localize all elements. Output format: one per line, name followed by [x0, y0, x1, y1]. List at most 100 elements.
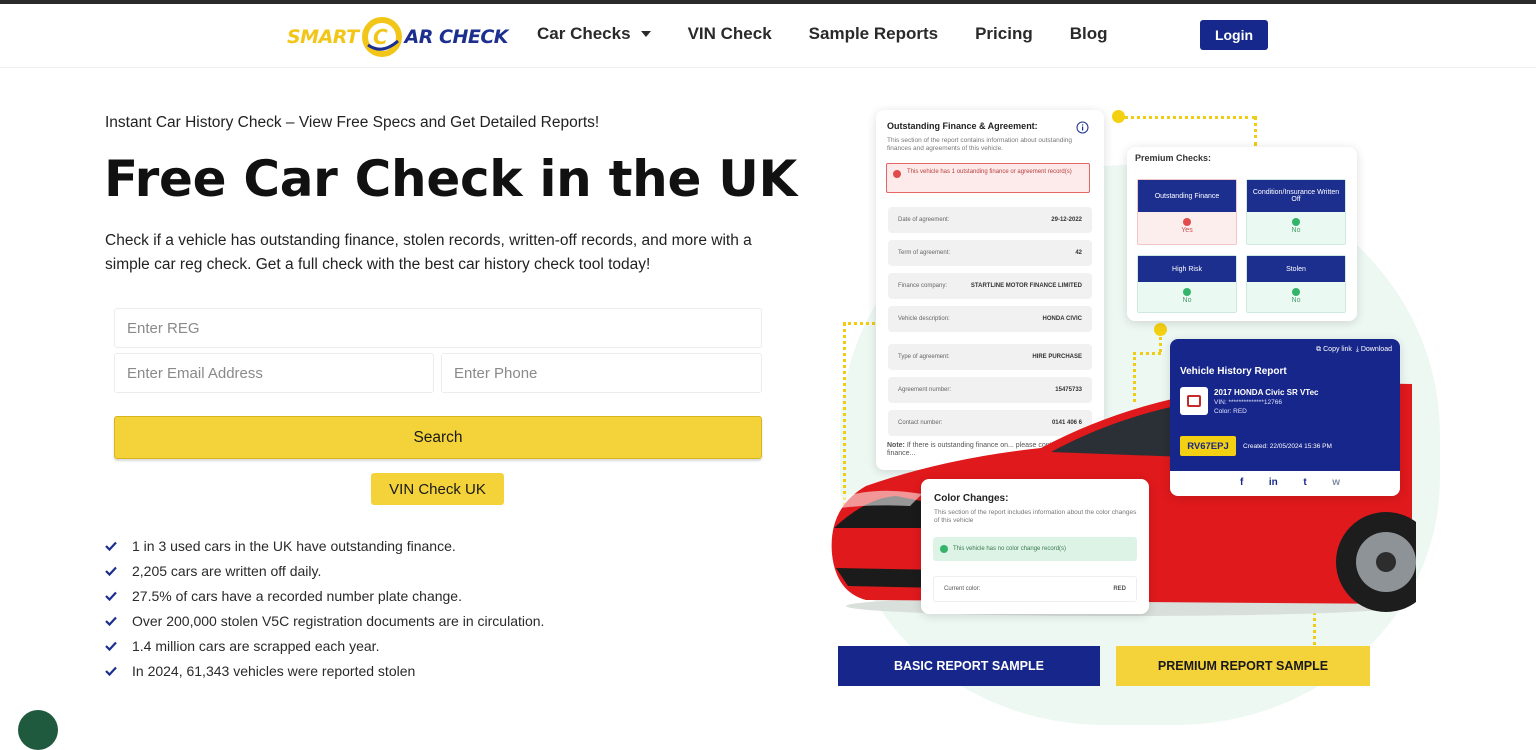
finance-alert-text: This vehicle has 1 outstanding finance o…	[907, 169, 1072, 175]
finance-row-label: Vehicle description:	[898, 316, 950, 322]
finance-row: Vehicle description: HONDA CIVIC	[888, 306, 1092, 332]
search-button[interactable]: Search	[114, 416, 762, 459]
color-ok-text: This vehicle has no color change record(…	[953, 546, 1067, 552]
login-button[interactable]: Login	[1200, 20, 1268, 50]
nav-car-checks-label: Car Checks	[537, 24, 631, 43]
premium-check-label: Stolen	[1247, 256, 1345, 282]
fact-item: In 2024, 61,343 vehicles were reported s…	[104, 658, 544, 683]
logo-ring-icon: C	[360, 15, 404, 59]
finance-row-label: Finance company:	[898, 283, 948, 289]
premium-check-item: Condition/Insurance Written Off No	[1246, 179, 1346, 245]
vehicle-name: 2017 HONDA Civic SR VTec	[1214, 388, 1319, 397]
connector-line	[843, 322, 875, 325]
check-icon	[105, 641, 117, 651]
finance-row-label: Type of agreement:	[898, 354, 950, 360]
finance-row: Type of agreement: HIRE PURCHASE	[888, 344, 1092, 370]
check-icon	[105, 666, 117, 676]
download-button[interactable]: ⤓ Download	[1356, 346, 1392, 353]
connector-dot	[1112, 110, 1125, 123]
caret-down-icon	[640, 31, 651, 37]
color-ok-alert: This vehicle has no color change record(…	[933, 537, 1137, 561]
premium-check-value: No	[1291, 227, 1301, 234]
premium-check-label: High Risk	[1138, 256, 1236, 282]
premium-check-value: No	[1182, 297, 1192, 304]
finance-row-value: STARTLINE MOTOR FINANCE LIMITED	[970, 283, 1082, 289]
info-icon	[1076, 121, 1089, 134]
reg-input[interactable]	[114, 308, 762, 348]
hero-description: Check if a vehicle has outstanding finan…	[105, 232, 752, 273]
nav-blog[interactable]: Blog	[1070, 24, 1108, 44]
finance-card-title: Outstanding Finance & Agreement:	[887, 121, 1038, 131]
whatsapp-icon[interactable]: w	[1332, 477, 1340, 488]
premium-check-item: Stolen No	[1246, 255, 1346, 313]
premium-check-item: Outstanding Finance Yes	[1137, 179, 1237, 245]
main-nav: Car Checks VIN Check Sample Reports Pric…	[537, 24, 1145, 44]
chat-widget-icon[interactable]	[18, 710, 58, 750]
nav-sample-reports[interactable]: Sample Reports	[809, 24, 938, 44]
logo-text-carcheck: AR CHECK	[404, 26, 509, 48]
nav-car-checks[interactable]: Car Checks	[537, 24, 651, 44]
hero-tagline: Instant Car History Check – View Free Sp…	[105, 114, 600, 131]
current-color-value: RED	[1113, 586, 1126, 592]
linkedin-icon[interactable]: in	[1269, 477, 1278, 488]
connector-line	[1124, 116, 1256, 119]
fact-text: 2,205 cars are written off daily.	[132, 562, 322, 579]
logo-ring-letter: C	[373, 25, 388, 49]
current-color-row: Current color: RED	[933, 576, 1137, 602]
fact-text: Over 200,000 stolen V5C registration doc…	[132, 612, 545, 629]
premium-check-item: High Risk No	[1137, 255, 1237, 313]
fact-text: 1 in 3 used cars in the UK have outstand…	[132, 537, 456, 554]
finance-row-value: 29-12-2022	[1051, 217, 1082, 223]
finance-row-value: 42	[1075, 250, 1082, 256]
vehicle-color: Color: RED	[1214, 408, 1247, 415]
finance-row: Date of agreement: 29-12-2022	[888, 207, 1092, 233]
phone-input[interactable]	[441, 353, 762, 393]
check-icon	[105, 591, 117, 601]
page-title: Free Car Check in the UK	[104, 150, 797, 208]
check-icon	[1183, 288, 1191, 296]
copy-link-label: Copy link	[1323, 346, 1352, 353]
cross-icon	[1183, 218, 1191, 226]
current-color-label: Current color:	[944, 586, 981, 592]
fact-text: 1.4 million cars are scrapped each year.	[132, 637, 380, 654]
premium-check-label: Condition/Insurance Written Off	[1247, 180, 1345, 212]
share-icons: f in t w	[1240, 477, 1340, 488]
connector-dot	[1154, 323, 1167, 336]
check-icon	[105, 616, 117, 626]
site-logo[interactable]: SMART C AR CHECK	[287, 14, 509, 60]
color-card-title: Color Changes:	[934, 493, 1009, 504]
premium-check-value: No	[1291, 297, 1301, 304]
finance-row-label: Term of agreement:	[898, 250, 951, 256]
connector-line	[1254, 116, 1257, 146]
premium-checks-card: Premium Checks: Outstanding Finance Yes …	[1127, 147, 1357, 321]
nav-vin-check[interactable]: VIN Check	[688, 24, 772, 44]
fact-item: 1.4 million cars are scrapped each year.	[104, 633, 544, 658]
check-icon	[105, 541, 117, 551]
email-input[interactable]	[114, 353, 434, 393]
color-changes-card: Color Changes: This section of the repor…	[921, 479, 1149, 614]
nav-pricing[interactable]: Pricing	[975, 24, 1033, 44]
finance-row: Finance company: STARTLINE MOTOR FINANCE …	[888, 273, 1092, 299]
check-icon	[1292, 218, 1300, 226]
vin-check-button[interactable]: VIN Check UK	[371, 473, 504, 505]
premium-check-value: Yes	[1181, 227, 1193, 234]
check-icon	[940, 545, 948, 553]
fact-text: In 2024, 61,343 vehicles were reported s…	[132, 662, 416, 679]
site-header: SMART C AR CHECK Car Checks VIN Check Sa…	[0, 4, 1536, 68]
connector-line	[1133, 352, 1161, 355]
alert-icon	[893, 170, 901, 178]
basic-report-sample-button[interactable]: BASIC REPORT SAMPLE	[838, 646, 1100, 686]
fact-text: 27.5% of cars have a recorded number pla…	[132, 587, 462, 604]
finance-row-label: Date of agreement:	[898, 217, 950, 223]
finance-row-value: HONDA CIVIC	[1042, 316, 1082, 322]
twitter-icon[interactable]: t	[1303, 477, 1306, 488]
premium-report-sample-button[interactable]: PREMIUM REPORT SAMPLE	[1116, 646, 1370, 686]
finance-card-subtitle: This section of the report contains info…	[887, 137, 1072, 152]
history-actions: ⧉ Copy link ⤓ Download	[1316, 346, 1392, 354]
facebook-icon[interactable]: f	[1240, 477, 1243, 488]
plate-badge: RV67EPJ	[1180, 436, 1236, 456]
fact-item: 27.5% of cars have a recorded number pla…	[104, 583, 544, 608]
copy-link-button[interactable]: ⧉ Copy link	[1316, 346, 1352, 353]
report-created: Created: 22/05/2024 15:36 PM	[1243, 443, 1332, 450]
color-card-subtitle: This section of the report includes info…	[934, 509, 1137, 524]
